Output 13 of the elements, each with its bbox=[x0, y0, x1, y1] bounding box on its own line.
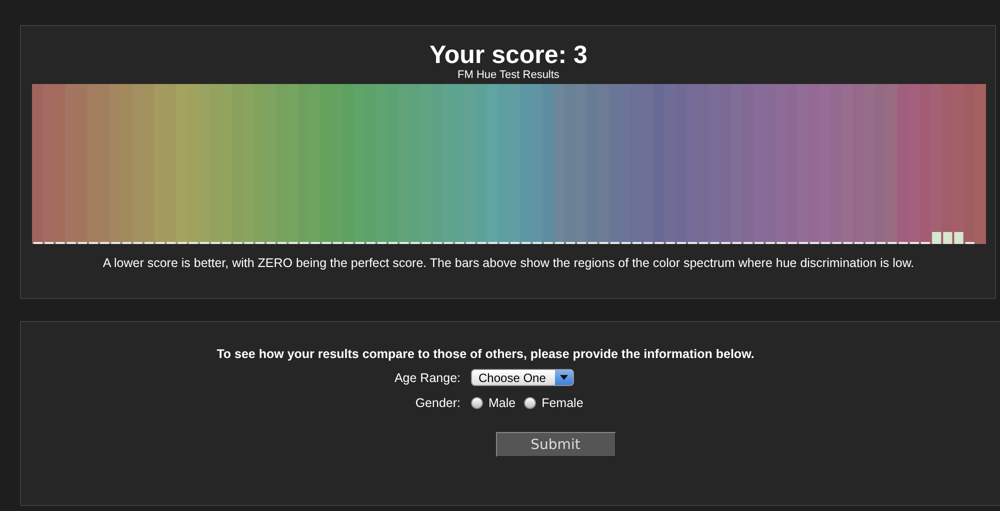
radio-button[interactable] bbox=[524, 397, 536, 409]
radio-label[interactable]: Female bbox=[542, 396, 584, 410]
radio-button[interactable] bbox=[470, 397, 482, 409]
age-label: Age Range: bbox=[394, 370, 460, 384]
gender-label: Gender: bbox=[415, 396, 460, 410]
score-note: A lower score is better, with ZERO being the perfect score. The bars above show the regions of the color spectrum where hue discrimination is low. bbox=[102, 256, 914, 270]
caret-icon[interactable] bbox=[554, 370, 572, 385]
radio-label[interactable]: Male bbox=[488, 396, 516, 410]
submit-button[interactable]: Submit bbox=[496, 432, 616, 457]
age-select[interactable]: Choose One bbox=[470, 369, 574, 386]
results-subtitle: FM Hue Test Results bbox=[458, 69, 560, 82]
form-intro: To see how your results compare to those of others, please provide the information below. bbox=[216, 347, 754, 361]
score-title: Your score: 3 bbox=[430, 41, 588, 69]
